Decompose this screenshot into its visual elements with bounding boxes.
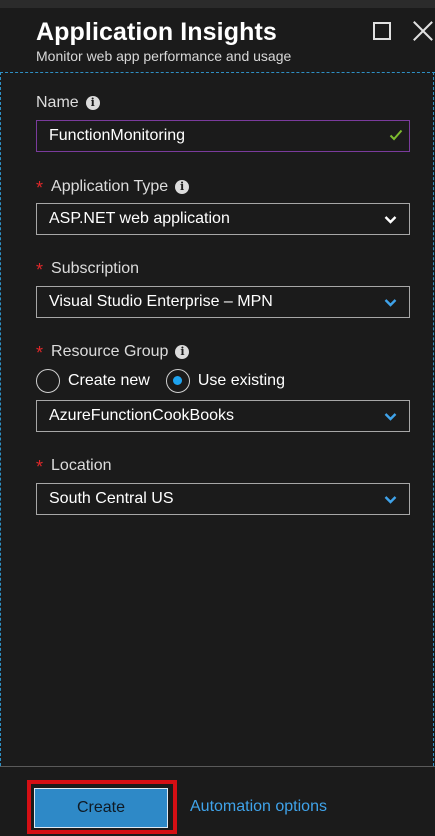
resource-group-label-row: * Resource Group i — [36, 341, 190, 363]
automation-options-link[interactable]: Automation options — [190, 798, 327, 816]
subscription-select[interactable]: Visual Studio Enterprise – MPN — [36, 286, 410, 318]
info-icon[interactable]: i — [85, 96, 100, 110]
name-input[interactable]: FunctionMonitoring — [36, 120, 410, 152]
location-value: South Central US — [49, 490, 174, 507]
resource-group-value: AzureFunctionCookBooks — [49, 407, 234, 424]
use-existing-radio[interactable] — [165, 369, 190, 393]
resource-group-select[interactable]: AzureFunctionCookBooks — [36, 400, 410, 432]
resource-group-label: Resource Group — [51, 342, 169, 360]
application-type-select[interactable]: ASP.NET web application — [36, 203, 410, 235]
subscription-value: Visual Studio Enterprise – MPN — [49, 293, 273, 310]
required-asterisk: * — [36, 343, 44, 363]
content-left-border — [0, 72, 2, 766]
application-type-label-row: * Application Type i — [36, 176, 190, 198]
required-asterisk: * — [36, 457, 44, 477]
page-title: Application Insights — [36, 18, 277, 46]
chevron-down-icon — [384, 496, 397, 504]
page-subtitle: Monitor web app performance and usage — [36, 48, 292, 64]
subscription-label: Subscription — [51, 259, 140, 277]
name-label: Name — [36, 94, 79, 111]
close-icon[interactable] — [412, 20, 434, 42]
blade-top-border — [0, 0, 435, 8]
required-asterisk: * — [36, 260, 44, 280]
chevron-down-icon — [384, 299, 397, 307]
required-asterisk: * — [36, 178, 44, 198]
maximize-icon[interactable] — [373, 22, 391, 40]
chevron-down-icon — [384, 216, 397, 224]
checkmark-icon — [389, 129, 403, 141]
subscription-label-row: * Subscription — [36, 258, 140, 281]
location-label: Location — [51, 456, 112, 474]
info-icon[interactable]: i — [175, 179, 190, 194]
location-select[interactable]: South Central US — [36, 483, 410, 515]
create-new-label[interactable]: Create new — [68, 372, 150, 390]
name-input-value: FunctionMonitoring — [49, 127, 186, 144]
info-icon[interactable]: i — [175, 344, 190, 359]
blade-header: Application Insights Monitor web app per… — [0, 8, 435, 72]
use-existing-label[interactable]: Use existing — [198, 372, 285, 390]
create-button[interactable]: Create — [34, 788, 168, 828]
location-label-row: * Location — [36, 455, 112, 478]
create-new-radio[interactable] — [36, 369, 60, 393]
name-label-row: Name i — [36, 94, 100, 112]
application-type-value: ASP.NET web application — [49, 210, 230, 227]
chevron-down-icon — [384, 413, 397, 421]
application-insights-blade: Application Insights Monitor web app per… — [0, 0, 435, 836]
resource-group-radio-group: Create new Use existing — [36, 368, 301, 394]
application-type-label: Application Type — [51, 177, 169, 195]
